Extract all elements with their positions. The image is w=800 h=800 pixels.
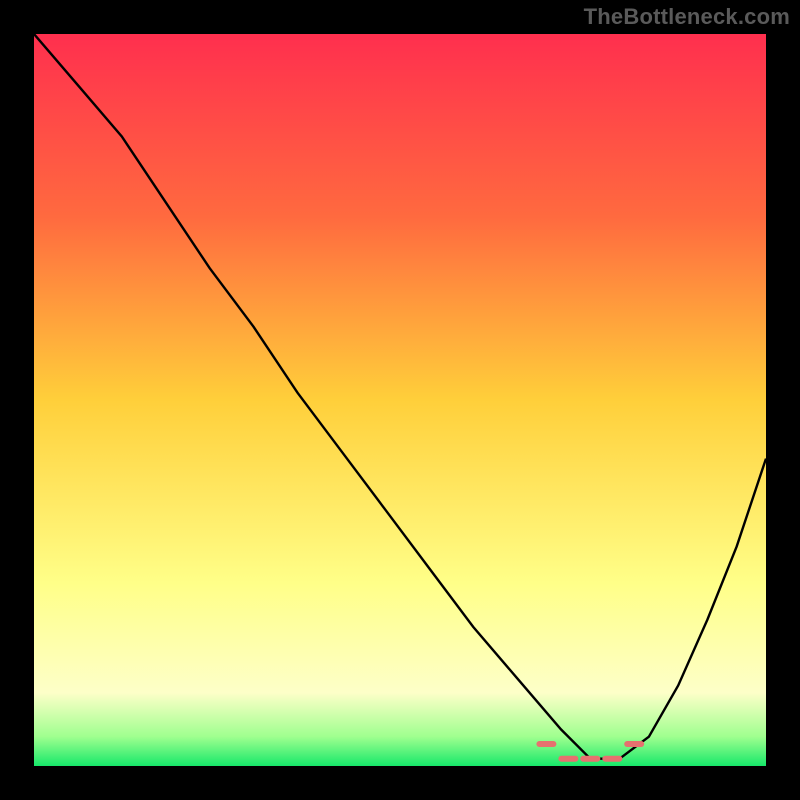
chart-frame: TheBottleneck.com <box>0 0 800 800</box>
gradient-background <box>34 34 766 766</box>
plot-area <box>34 34 766 766</box>
watermark-text: TheBottleneck.com <box>584 4 790 30</box>
plot-svg <box>34 34 766 766</box>
